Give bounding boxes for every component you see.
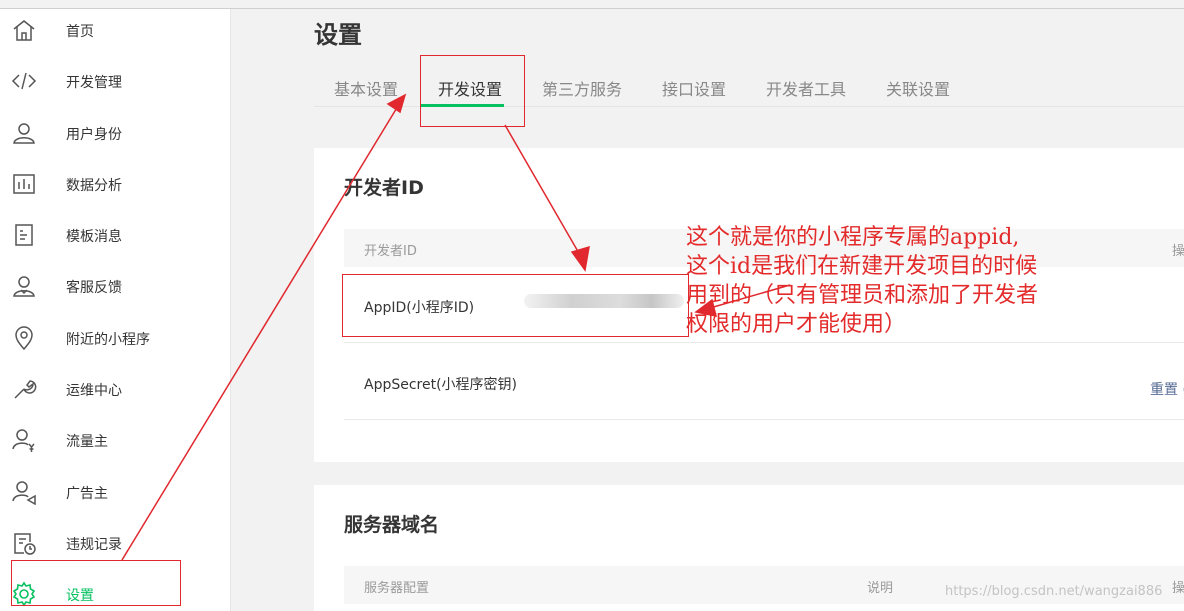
card-title: 服务器域名 <box>344 514 440 536</box>
user-megaphone-icon <box>11 479 37 506</box>
column-header: 操 <box>1172 244 1184 259</box>
sidebar-item-home[interactable]: 首页 <box>0 9 231 49</box>
service-user-icon <box>11 273 37 299</box>
tab-api-settings[interactable]: 接口设置 <box>662 76 726 100</box>
tab-dev-tools[interactable]: 开发者工具 <box>766 76 846 100</box>
annotation-line: 用到的（只有管理员和添加了开发者 <box>686 283 1039 308</box>
sidebar-item-label: 客服反馈 <box>66 280 122 296</box>
sidebar-item-label: 用户身份 <box>66 127 122 143</box>
location-pin-icon <box>11 325 37 351</box>
card-title: 开发者ID <box>344 177 424 199</box>
annotation-box-appid <box>342 274 689 337</box>
sidebar-item-label: 流量主 <box>66 434 108 450</box>
tab-association-settings[interactable]: 关联设置 <box>886 76 950 100</box>
tab-basic-settings[interactable]: 基本设置 <box>334 76 398 100</box>
annotation-callout: 这个就是你的小程序专属的appid, 这个id是我们在新建开发项目的时候 用到的… <box>686 223 1146 339</box>
column-header: 开发者ID <box>364 244 417 259</box>
sidebar-item-data-analysis[interactable]: 数据分析 <box>0 163 231 203</box>
wrench-icon <box>11 376 37 402</box>
sidebar-item-label: 附近的小程序 <box>66 332 150 348</box>
sidebar-item-label: 首页 <box>66 24 94 40</box>
annotation-line: 权限的用户才能使用） <box>686 312 907 337</box>
sidebar-item-customer-feedback[interactable]: 客服反馈 <box>0 265 231 305</box>
reset-secret-link[interactable]: 重置 ( <box>1150 379 1184 399</box>
sidebar-item-label: 模板消息 <box>66 229 122 245</box>
sidebar-item-traffic-owner[interactable]: 流量主 <box>0 419 231 459</box>
sidebar-item-dev-management[interactable]: 开发管理 <box>0 60 231 100</box>
appsecret-label: AppSecret(小程序密钥) <box>364 377 518 393</box>
sidebar-item-user-identity[interactable]: 用户身份 <box>0 112 231 152</box>
home-icon <box>11 17 37 43</box>
annotation-box-tab <box>420 55 525 127</box>
code-icon <box>11 68 37 94</box>
sidebar-item-template-message[interactable]: 模板消息 <box>0 214 231 254</box>
column-header: 说明 <box>867 581 894 596</box>
column-header: 服务器配置 <box>364 581 430 596</box>
annotation-box-settings <box>11 560 181 606</box>
user-icon <box>11 120 37 146</box>
tab-third-party-services[interactable]: 第三方服务 <box>542 76 622 100</box>
bar-chart-icon <box>11 171 37 197</box>
sidebar-item-ops-center[interactable]: 运维中心 <box>0 368 231 408</box>
sidebar: 首页 开发管理 用户身份 数据分析 模板消息 客服反馈 附近的小程序 运维中心 … <box>0 9 231 611</box>
page-title: 设置 <box>314 21 362 49</box>
sidebar-item-label: 数据分析 <box>66 178 122 194</box>
user-yen-icon <box>11 427 37 453</box>
table-row-appsecret: AppSecret(小程序密钥) 重置 ( <box>344 344 1184 420</box>
sidebar-item-nearby-miniprogram[interactable]: 附近的小程序 <box>0 317 231 357</box>
clipboard-clock-icon <box>11 530 37 556</box>
sidebar-item-label: 违规记录 <box>66 537 122 553</box>
column-header: 操 <box>1172 581 1184 596</box>
sidebar-item-label: 运维中心 <box>66 383 122 399</box>
sidebar-item-label: 广告主 <box>66 486 108 502</box>
annotation-line: 这个就是你的小程序专属的appid, <box>686 225 1020 250</box>
sidebar-item-advertiser[interactable]: 广告主 <box>0 471 231 511</box>
sidebar-item-violation-records[interactable]: 违规记录 <box>0 522 231 562</box>
watermark: https://blog.csdn.net/wangzai886 <box>945 584 1163 599</box>
sidebar-item-label: 开发管理 <box>66 75 122 91</box>
annotation-line: 这个id是我们在新建开发项目的时候 <box>686 254 1038 279</box>
document-icon <box>11 222 37 248</box>
